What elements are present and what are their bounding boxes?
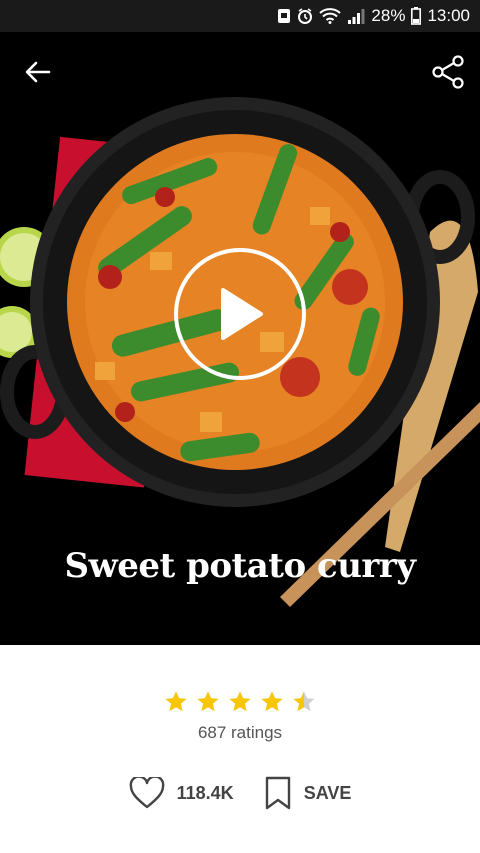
recipe-actions: 118.4K SAVE (0, 776, 480, 810)
back-arrow-icon[interactable] (20, 54, 56, 90)
bookmark-icon (265, 776, 290, 810)
star-icon (261, 691, 283, 711)
share-icon[interactable] (430, 54, 466, 90)
alarm-icon (297, 8, 313, 24)
star-icon (229, 691, 251, 711)
heart-icon (129, 777, 164, 809)
recipe-hero-video[interactable]: Sweet potato curry (0, 32, 480, 645)
save-label: SAVE (303, 782, 352, 803)
star-icon (293, 691, 315, 711)
notification-icon (277, 8, 291, 24)
rating-stars (0, 690, 480, 714)
status-time: 13:00 (427, 6, 470, 25)
recipe-title: Sweet potato curry (64, 546, 416, 586)
like-button[interactable]: 118.4K (129, 777, 234, 809)
play-icon (221, 288, 263, 340)
star-icon (197, 691, 219, 711)
status-bar: 28% 13:00 (0, 0, 480, 32)
battery-icon (411, 7, 422, 25)
wifi-icon (319, 8, 342, 24)
star-icon (165, 691, 187, 711)
save-button[interactable]: SAVE (264, 776, 352, 810)
ratings-count: 687 ratings (197, 723, 283, 742)
signal-icon (347, 8, 365, 24)
likes-count: 118.4K (176, 782, 234, 803)
play-button[interactable] (174, 248, 306, 380)
battery-percent: 28% (371, 6, 406, 25)
